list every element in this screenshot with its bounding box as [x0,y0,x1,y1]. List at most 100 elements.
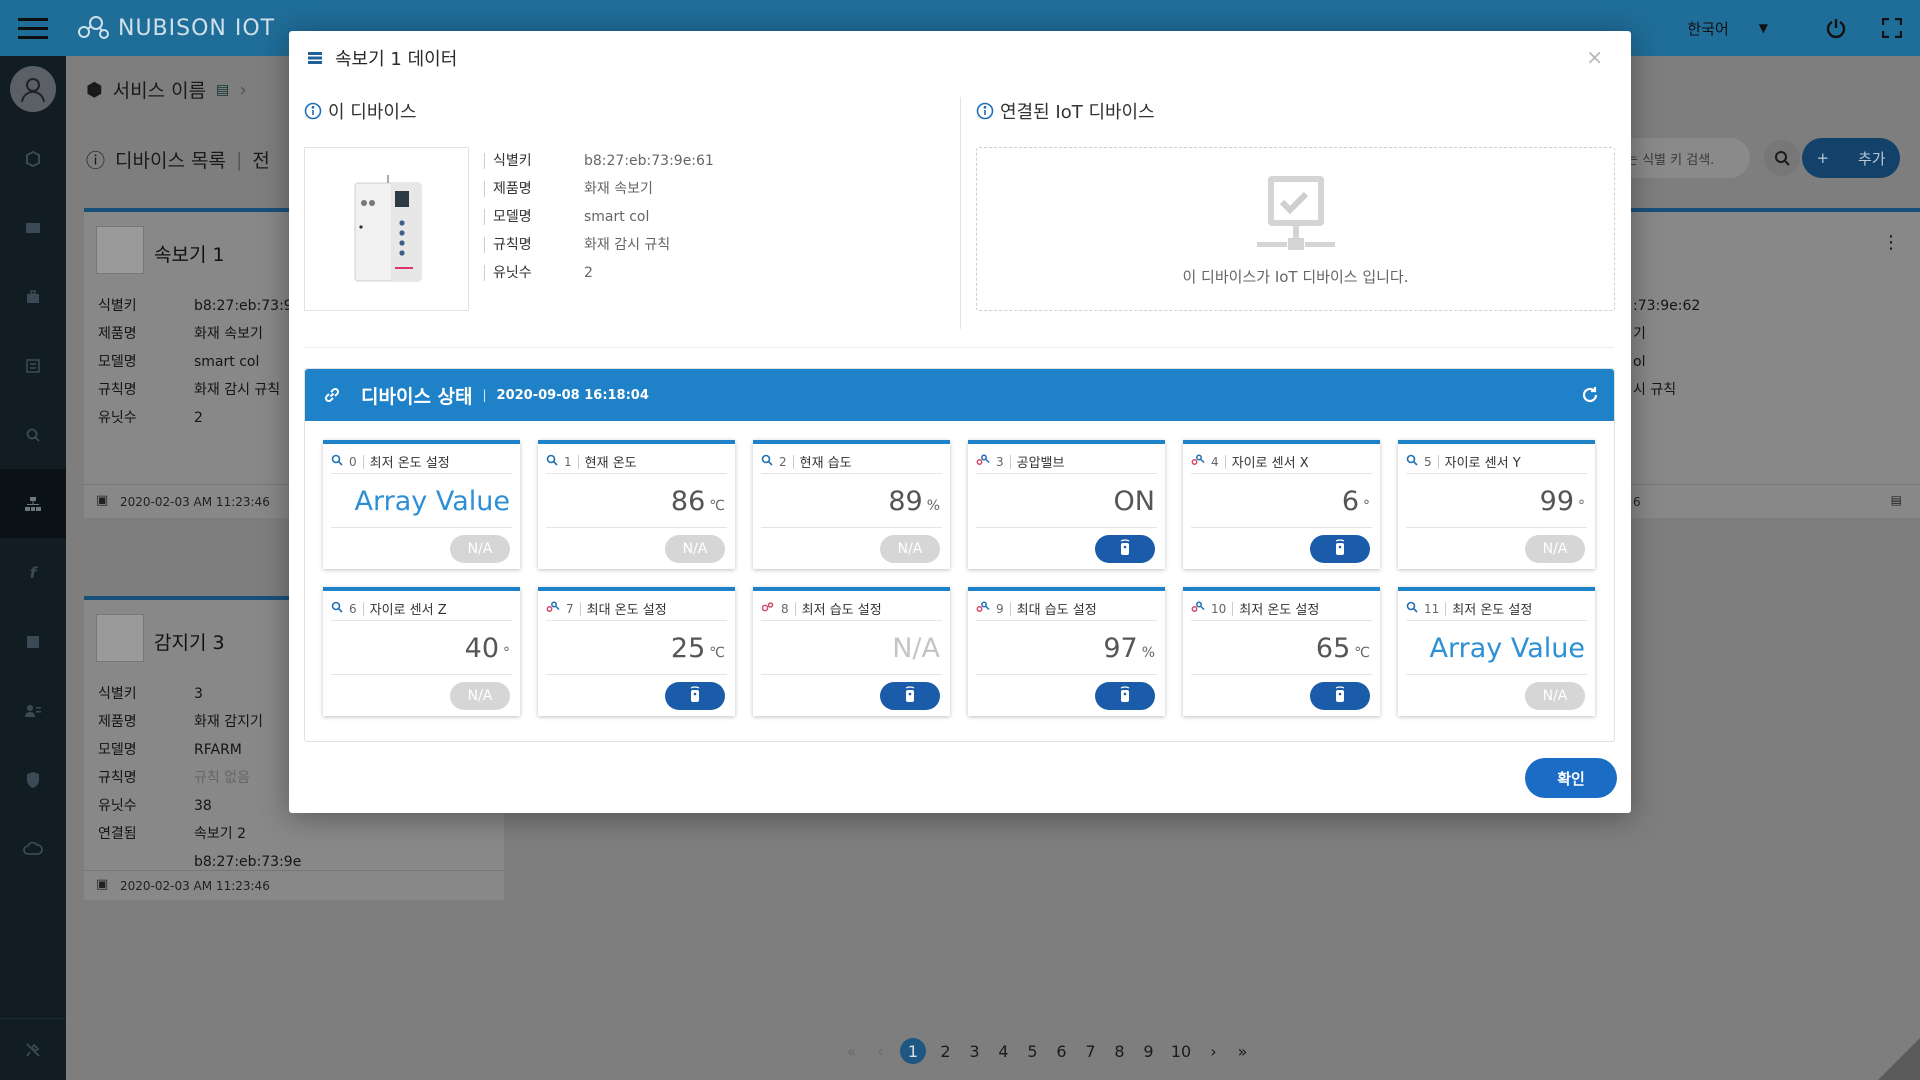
unit-divider [1406,527,1587,528]
page-link[interactable]: 10 [1168,1042,1194,1061]
info-value: b8:27:eb:73:9e [194,298,302,314]
confirm-button[interactable]: 확인 [1525,758,1617,798]
unit-value: Array Value [355,486,510,517]
search-icon[interactable] [1764,140,1800,176]
fullscreen-icon[interactable] [1864,0,1920,56]
remote-control-button[interactable] [1310,535,1370,563]
map-icon [27,635,39,648]
unit-divider [1191,527,1372,528]
remote-control-button[interactable] [1095,535,1155,563]
unit-value-text: 99 [1539,486,1574,517]
unit-header: 2 현재 습도 [761,450,942,474]
close-icon[interactable]: × [1586,45,1603,69]
device-thumbnail [96,226,144,274]
pin-icon[interactable] [0,1018,66,1080]
chevron-down-icon[interactable]: ▼ [1759,21,1768,35]
device-card-timestamp: 2020-02-03 AM 11:23:46 [120,879,270,893]
shield-icon [27,771,39,788]
unit-divider [331,674,512,675]
unit-value: 99 ° [1540,486,1585,517]
sidebar-item-users[interactable] [0,676,66,745]
add-device-button[interactable]: + 추가 [1802,138,1900,178]
unit-divider [546,674,727,675]
remote-control-button[interactable] [665,682,725,710]
unit-name: 현재 습도 [799,456,852,471]
sidebar-item-map[interactable] [0,607,66,676]
unit-header: 9 최대 습도 설정 [976,597,1157,621]
brand-logo[interactable]: NUBISON IOT [76,14,275,42]
sidebar-item-products[interactable] [0,262,66,331]
info-value: RFARM [194,742,242,758]
unit-value-text: Array Value [1429,633,1585,664]
remote-control-icon [1334,538,1346,560]
unit-value-text: 40 [464,633,499,664]
list-title-divider: | [235,148,243,171]
clipboard-icon[interactable]: ▤ [216,82,229,98]
page-first[interactable]: « [842,1042,861,1061]
power-icon[interactable] [1808,0,1864,56]
sidebar-item-dashboard[interactable] [0,193,66,262]
page-link[interactable]: 8 [1110,1042,1129,1061]
function-icon: f [29,563,37,582]
page-current[interactable]: 1 [900,1038,926,1064]
page-link[interactable]: 9 [1139,1042,1158,1061]
unit-index: 3 [996,454,1011,469]
sidebar-item-service[interactable] [0,124,66,193]
unit-index: 0 [349,454,364,469]
info-value: 2 [194,410,203,426]
info-value: 화재 속보기 [194,326,263,342]
sidebar-item-cloud[interactable] [0,814,66,883]
this-device-title: 이 디바이스 [304,98,417,124]
settings-icon [761,601,775,617]
page-link[interactable]: 2 [936,1042,955,1061]
page-link[interactable]: 3 [965,1042,984,1061]
unit-header: 5 자이로 센서 Y [1406,450,1587,474]
info-corner-icon[interactable] [1878,1038,1920,1080]
unit-card: 10 최저 온도 설정 65 ℃ [1183,587,1380,716]
language-select[interactable]: 한국어 [1687,18,1728,39]
info-value: 화재 감시 규칙 [194,382,281,398]
unit-card: 4 자이로 센서 X 6 ° [1183,440,1380,569]
unit-value: ON [1114,486,1155,517]
avatar[interactable] [10,66,56,112]
network-icon [25,496,41,511]
more-icon[interactable]: ⋮ [1882,232,1900,253]
unit-index: 6 [349,601,364,616]
device-card-title: 감지기 3 [154,632,225,654]
info-value: 38 [194,798,212,814]
monitor-icon: ▣ [96,493,109,508]
sidebar-item-security[interactable] [0,745,66,814]
comment-icon[interactable]: ▤ [1891,493,1902,507]
status-separator: | [482,388,487,402]
sidebar-item-functions[interactable]: f [0,538,66,607]
page-link[interactable]: 4 [994,1042,1013,1061]
search-input[interactable]: 는 식별 키 검색. [1610,138,1750,178]
page-last[interactable]: » [1233,1042,1252,1061]
section-title-text: 연결된 IoT 디바이스 [1000,102,1155,123]
unit-index: 10 [1211,601,1234,616]
unit-index: 4 [1211,454,1226,469]
remote-control-button[interactable] [1095,682,1155,710]
sidebar-item-list[interactable] [0,331,66,400]
device-card-info: :73:9e:62 기 ol 시 규칙 [1633,292,1700,404]
unit-header: 0 최저 온도 설정 [331,450,512,474]
page-link[interactable]: 7 [1081,1042,1100,1061]
refresh-icon[interactable] [1580,385,1600,405]
page-link[interactable]: 5 [1023,1042,1042,1061]
breadcrumb-service[interactable]: 서비스 이름 [113,76,206,103]
page-prev[interactable]: ‹ [871,1042,890,1061]
sidebar-item-search[interactable] [0,400,66,469]
unit-value: 6 ° [1342,486,1370,517]
remote-control-button[interactable] [1310,682,1370,710]
menu-icon[interactable] [0,0,66,56]
control-icon [1191,454,1205,470]
page-next[interactable]: › [1204,1042,1223,1061]
unit-header: 3 공압밸브 [976,450,1157,474]
control-icon [1191,601,1205,617]
unit-value-text: 97 [1103,633,1138,664]
sidebar-item-devices[interactable] [0,469,66,538]
device-card-2[interactable]: ⋮ :73:9e:62 기 ol 시 규칙 6 ▤ [1631,208,1920,518]
unit-symbol: ° [503,645,510,661]
remote-control-button[interactable] [880,682,940,710]
page-link[interactable]: 6 [1052,1042,1071,1061]
